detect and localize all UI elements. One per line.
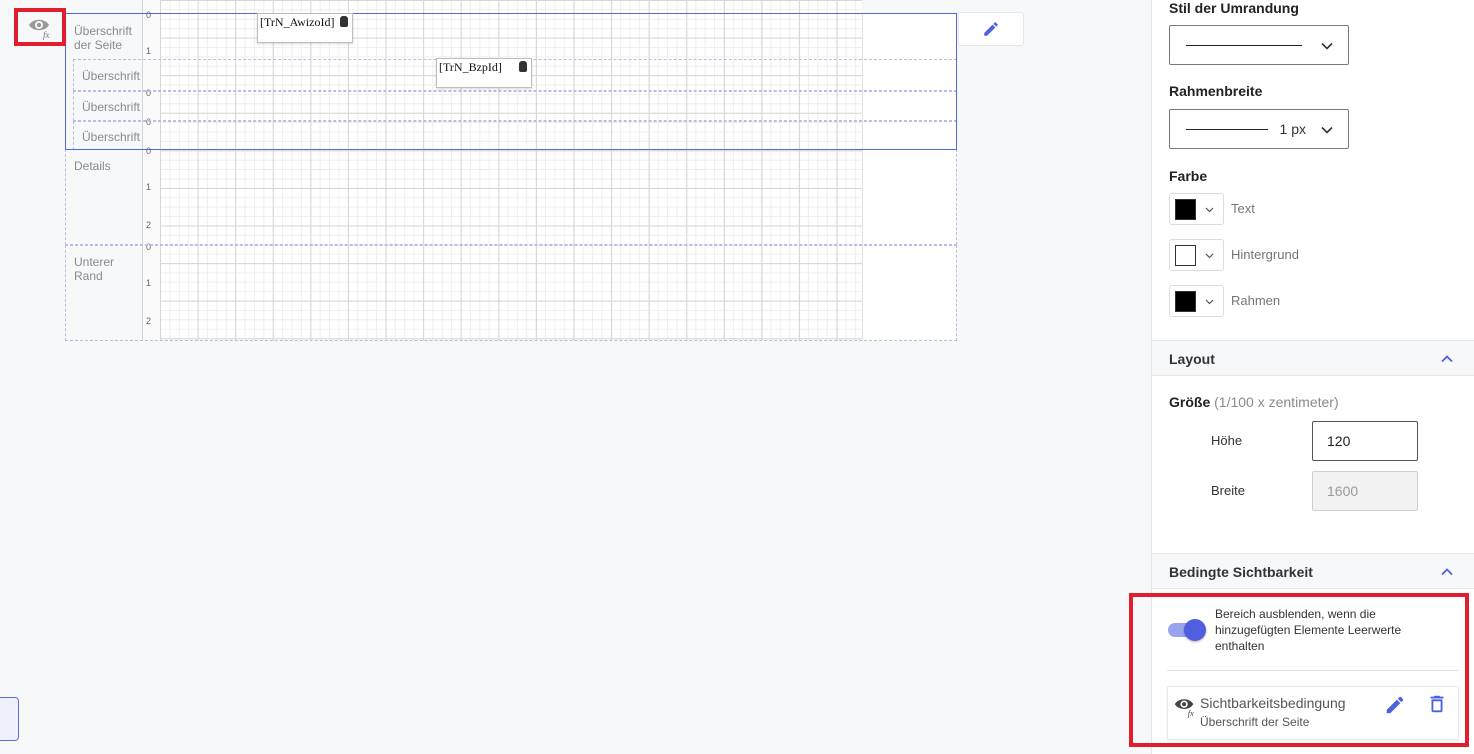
background-color-picker[interactable] bbox=[1169, 239, 1224, 271]
size-unit: (1/100 x zentimeter) bbox=[1214, 394, 1339, 410]
design-canvas[interactable]: 0 1 0 0 0 1 2 0 1 2 Überschrift der Seit… bbox=[0, 0, 1150, 754]
report-designer: { "canvas": { "bands": [ {"label": "Über… bbox=[0, 0, 1474, 754]
band-label-footer: Unterer Rand bbox=[74, 255, 115, 283]
section-title: Bedingte Sichtbarkeit bbox=[1169, 564, 1313, 580]
band-label-details: Details bbox=[74, 159, 111, 173]
layout-section-header[interactable]: Layout bbox=[1152, 340, 1474, 376]
line-width-preview bbox=[1186, 129, 1268, 130]
color-label: Farbe bbox=[1169, 168, 1208, 184]
border-style-label: Stil der Umrandung bbox=[1169, 0, 1299, 16]
chevron-down-icon bbox=[1205, 207, 1214, 213]
chevron-down-icon bbox=[1205, 299, 1214, 305]
color-swatch bbox=[1175, 291, 1196, 312]
chevron-up-icon bbox=[1441, 355, 1453, 363]
field-label: [TrN_BzpId] bbox=[439, 60, 502, 74]
collapsed-side-tab[interactable] bbox=[0, 697, 19, 741]
text-color-picker[interactable] bbox=[1169, 193, 1224, 225]
highlight-frame bbox=[1129, 593, 1469, 747]
field-trn-bzpid[interactable]: [TrN_BzpId] bbox=[436, 58, 532, 88]
chevron-down-icon bbox=[1205, 253, 1214, 259]
size-title: Größe bbox=[1169, 394, 1211, 410]
width-input bbox=[1312, 471, 1418, 511]
border-width-value: 1 px bbox=[1279, 121, 1306, 137]
border-color-picker[interactable] bbox=[1169, 285, 1224, 317]
size-label: Größe (1/100 x zentimeter) bbox=[1169, 394, 1339, 410]
color-name: Text bbox=[1231, 201, 1255, 216]
chevron-down-icon bbox=[1321, 126, 1333, 134]
color-swatch bbox=[1175, 199, 1196, 220]
field-label: [TrN_AwizoId] bbox=[260, 15, 335, 29]
visibility-section-header[interactable]: Bedingte Sichtbarkeit bbox=[1152, 553, 1474, 589]
color-name: Hintergrund bbox=[1231, 247, 1299, 262]
eye-fx-icon: fx bbox=[29, 19, 50, 40]
database-icon bbox=[340, 16, 348, 27]
height-label: Höhe bbox=[1211, 433, 1243, 448]
database-icon bbox=[519, 61, 527, 72]
color-swatch bbox=[1175, 245, 1196, 266]
pencil-icon bbox=[984, 22, 998, 36]
section-title: Layout bbox=[1169, 351, 1215, 367]
field-trn-awizoid[interactable]: [TrN_AwizoId] bbox=[257, 13, 353, 43]
svg-text:fx: fx bbox=[43, 30, 50, 40]
border-style-select[interactable] bbox=[1169, 25, 1349, 65]
chevron-up-icon bbox=[1441, 568, 1453, 576]
height-input[interactable] bbox=[1312, 421, 1418, 461]
chevron-down-icon bbox=[1321, 42, 1333, 50]
border-width-select[interactable]: 1 px bbox=[1169, 109, 1349, 149]
visibility-formula-button[interactable]: fx bbox=[14, 8, 66, 46]
band-page-footer[interactable] bbox=[65, 245, 957, 341]
edit-band-button[interactable] bbox=[958, 12, 1024, 46]
border-width-label: Rahmenbreite bbox=[1169, 83, 1263, 99]
color-name: Rahmen bbox=[1231, 293, 1281, 308]
band-details[interactable] bbox=[65, 149, 957, 245]
line-style-preview bbox=[1186, 45, 1302, 46]
width-label: Breite bbox=[1211, 483, 1245, 498]
